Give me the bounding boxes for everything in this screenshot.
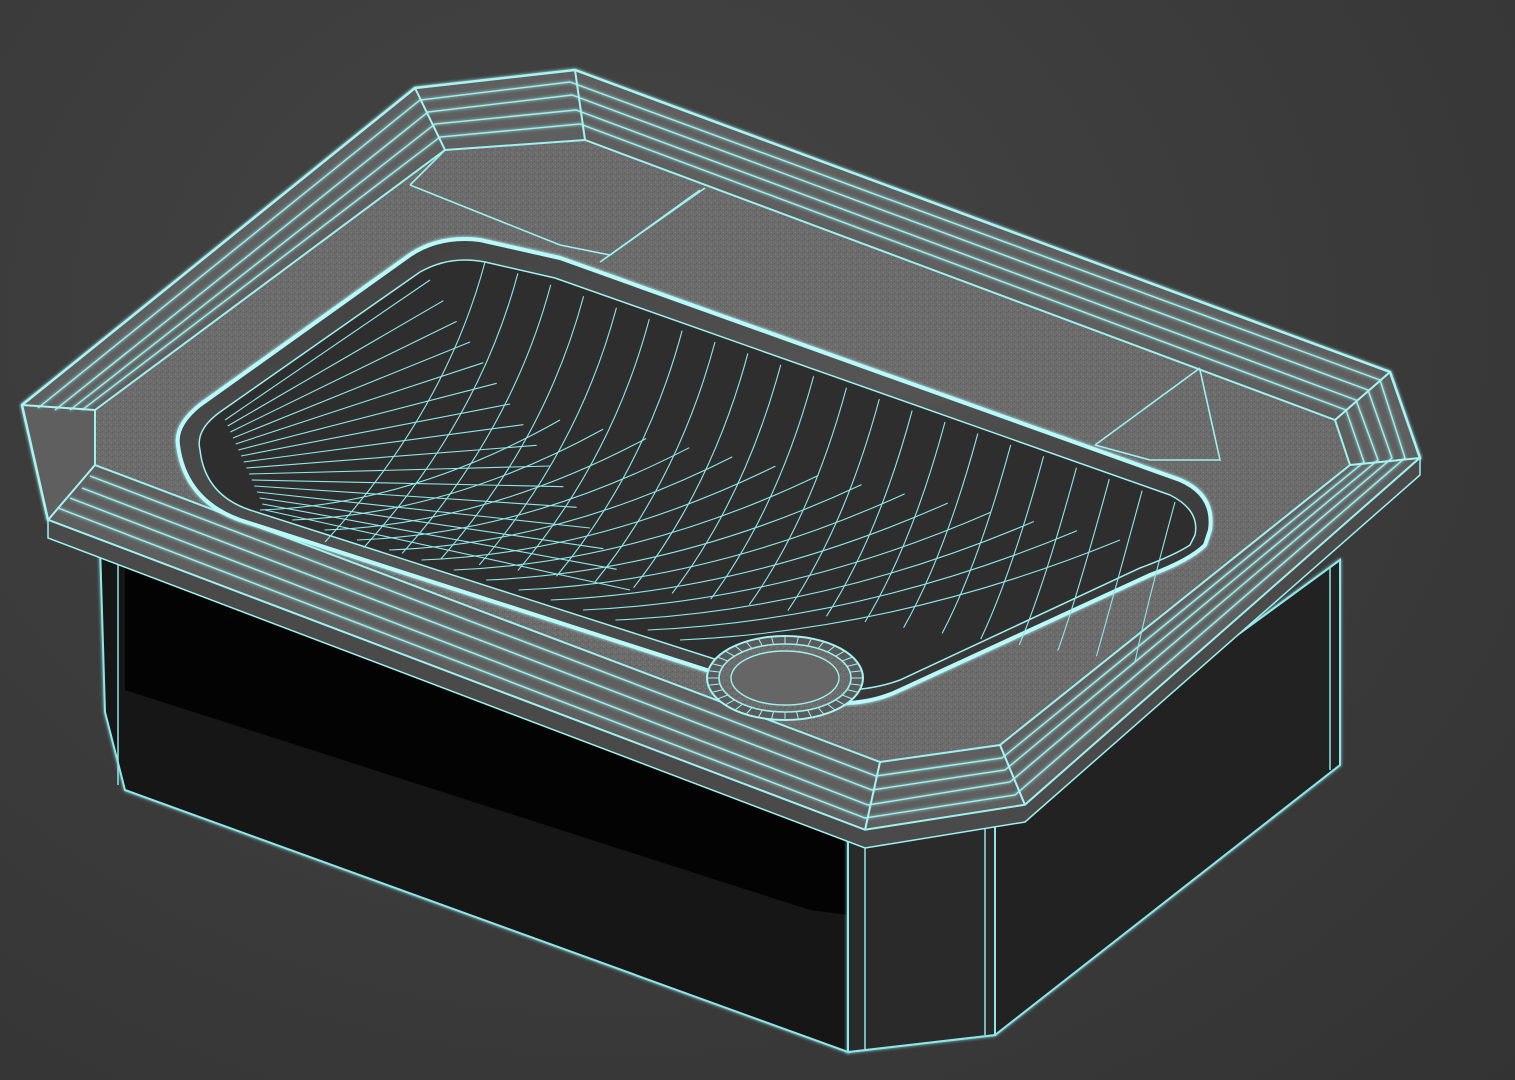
sink-wireframe-model[interactable] (0, 0, 1515, 1080)
3d-viewport[interactable] (0, 0, 1515, 1080)
drain (706, 635, 864, 721)
